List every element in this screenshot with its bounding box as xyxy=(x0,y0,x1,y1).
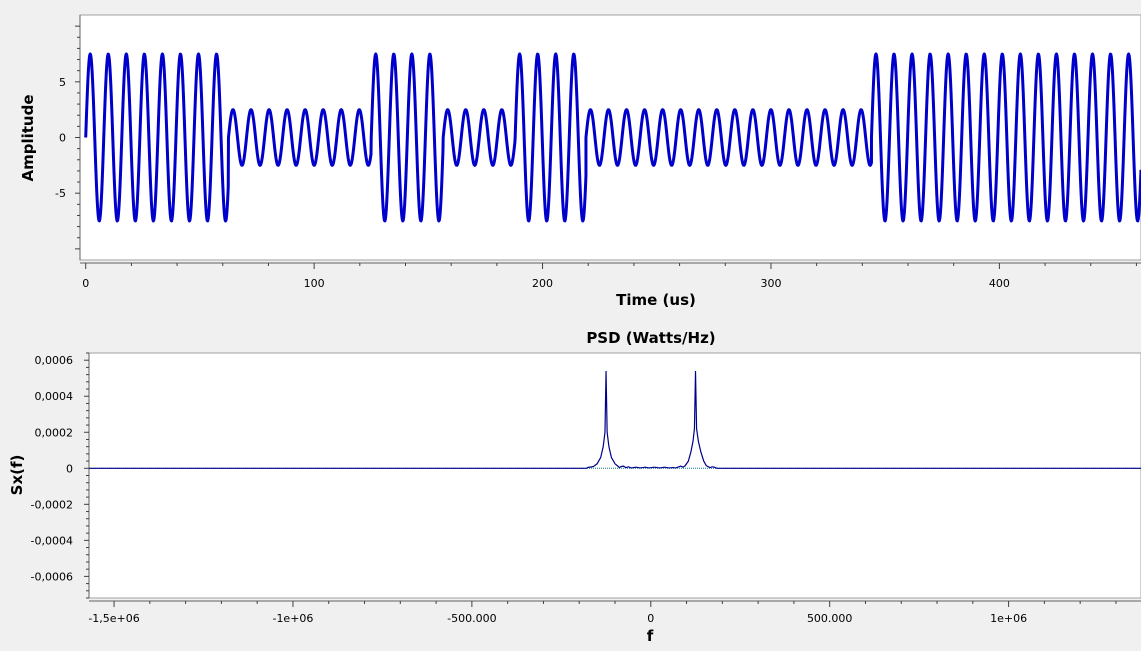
psd-x-tick-label: -500.000 xyxy=(447,612,496,625)
time-x-tick-label: 300 xyxy=(760,277,781,290)
time-y-tick-label: 0 xyxy=(59,132,66,145)
time-x-tick-label: 100 xyxy=(304,277,325,290)
psd-y-tick-label: -0,0002 xyxy=(31,498,73,511)
time-x-tick-label: 0 xyxy=(82,277,89,290)
psd-y-tick-label: -0,0004 xyxy=(31,534,73,547)
time-x-tick-label: 200 xyxy=(532,277,553,290)
time-chart: 0 100 200 300 400 5 0 -5 Time (us) Amplitude xyxy=(19,14,1141,309)
time-y-tick-label: 5 xyxy=(59,76,66,89)
psd-y-tick-label: 0 xyxy=(66,462,73,475)
psd-plot-area xyxy=(88,352,1141,599)
psd-x-tick-label: -1e+06 xyxy=(272,612,313,625)
chart-canvas: 0 100 200 300 400 5 0 -5 Time (us) Amplitude PS… xyxy=(8,14,1141,645)
psd-y-tick-label: 0,0006 xyxy=(35,354,74,367)
psd-x-tick-label: 500.000 xyxy=(807,612,853,625)
time-x-axis-title: Time (us) xyxy=(616,291,696,309)
psd-x-tick-label: -1,5e+06 xyxy=(88,612,139,625)
psd-y-tick-label: 0,0002 xyxy=(35,426,74,439)
psd-y-axis-title: Sx(f) xyxy=(8,455,26,496)
psd-x-axis-title: f xyxy=(647,627,654,645)
psd-chart-title: PSD (Watts/Hz) xyxy=(586,329,715,347)
psd-chart: PSD (Watts/Hz) -1,5e+06 -1e+06 -500.000 0 50… xyxy=(8,329,1141,645)
psd-x-tick-label: 0 xyxy=(647,612,654,625)
psd-x-tick-label: 1e+06 xyxy=(990,612,1027,625)
time-x-tick-label: 400 xyxy=(989,277,1010,290)
psd-y-tick-label: -0,0006 xyxy=(31,570,73,583)
time-y-tick-label: -5 xyxy=(55,187,66,200)
time-plot-area xyxy=(79,14,1141,261)
time-y-axis-title: Amplitude xyxy=(19,94,37,181)
psd-y-tick-label: 0,0004 xyxy=(35,390,74,403)
